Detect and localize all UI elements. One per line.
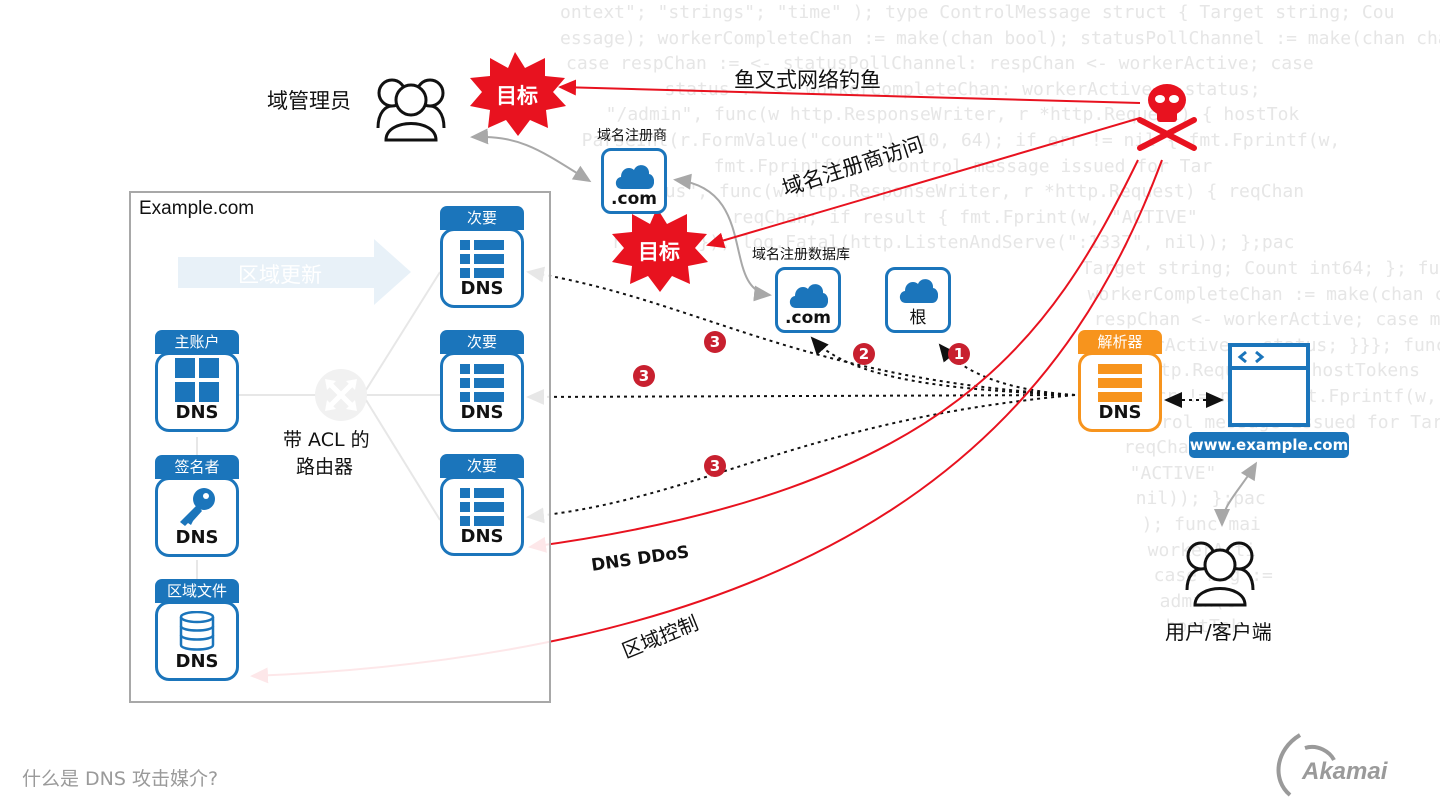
signer-dns-node[interactable]: 签名者 DNS [155,455,239,557]
cloud-icon [899,279,938,303]
step-badge-3c: 3 [704,455,726,477]
zone-update-label: 区域更新 [238,263,322,287]
secondary-name: DNS [460,526,504,547]
step-badge-1: 1 [948,343,970,365]
registry-com-label: .com [785,308,831,328]
website-window-icon [1228,343,1310,427]
skull-crossbones-icon [1137,84,1197,151]
list-icon [460,488,504,526]
zone-file-dns-node[interactable]: 区域文件 DNS [155,579,239,681]
signer-name: DNS [175,527,219,548]
client-users-icon [1185,541,1255,607]
website-client-link [1214,461,1258,527]
target-label-registrar: 目标 [638,240,680,264]
list-icon [460,364,504,402]
key-icon [180,488,215,526]
secondary-dns-node-3[interactable]: 次要 DNS [440,454,524,556]
cloud-icon [615,165,654,189]
client-label: 用户/客户端 [1165,620,1272,644]
router-label-line2: 路由器 [296,456,354,478]
website-url-tag[interactable]: www.example.com [1189,432,1349,458]
registry-root-label: 根 [909,308,927,328]
target-label-admin: 目标 [496,84,538,108]
resolver-name: DNS [1098,402,1142,423]
step-badge-3b: 3 [633,365,655,387]
domain-admin-users-icon [376,78,446,142]
primary-tag: 主账户 [155,330,239,354]
registrar-node[interactable]: .com [601,148,667,214]
database-icon [179,611,215,651]
zone-title: Example.com [139,198,255,219]
resolver-dns-node[interactable]: 解析器 DNS [1078,330,1162,432]
secondary-name: DNS [460,402,504,423]
secondary-dns-node-2[interactable]: 次要 DNS [440,330,524,432]
zone-file-name: DNS [175,651,219,672]
secondary-tag: 次要 [440,206,524,230]
attack-label-phishing: 鱼叉式网络钓鱼 [734,68,881,92]
secondary-name: DNS [460,278,504,299]
registry-db-caption: 域名注册数据库 [752,247,850,263]
registry-root-node[interactable]: 根 [885,267,951,333]
secondary-tag: 次要 [440,330,524,354]
list-icon [460,240,504,278]
resolver-tag: 解析器 [1078,330,1162,354]
registry-com-node[interactable]: .com [775,267,841,333]
router-label-line1: 带 ACL 的 [283,429,370,451]
akamai-logo-text: Akamai [1302,758,1388,785]
primary-name: DNS [175,402,219,423]
secondary-tag: 次要 [440,454,524,478]
secondary-dns-node-1[interactable]: 次要 DNS [440,206,524,308]
step-badge-2: 2 [853,343,875,365]
zone-file-tag: 区域文件 [155,579,239,603]
domain-admin-label: 域管理员 [267,89,351,113]
signer-tag: 签名者 [155,455,239,479]
server-stack-icon [1098,364,1142,402]
admin-registrar-link [470,128,592,183]
step-badge-3a: 3 [704,331,726,353]
footer-title: 什么是 DNS 攻击媒介? [22,768,219,790]
primary-dns-node[interactable]: 主账户 DNS [155,330,239,432]
windows-grid-icon [175,358,219,402]
registrar-label: .com [611,189,657,209]
registrar-caption: 域名注册商 [597,128,667,144]
cloud-icon [789,284,828,308]
